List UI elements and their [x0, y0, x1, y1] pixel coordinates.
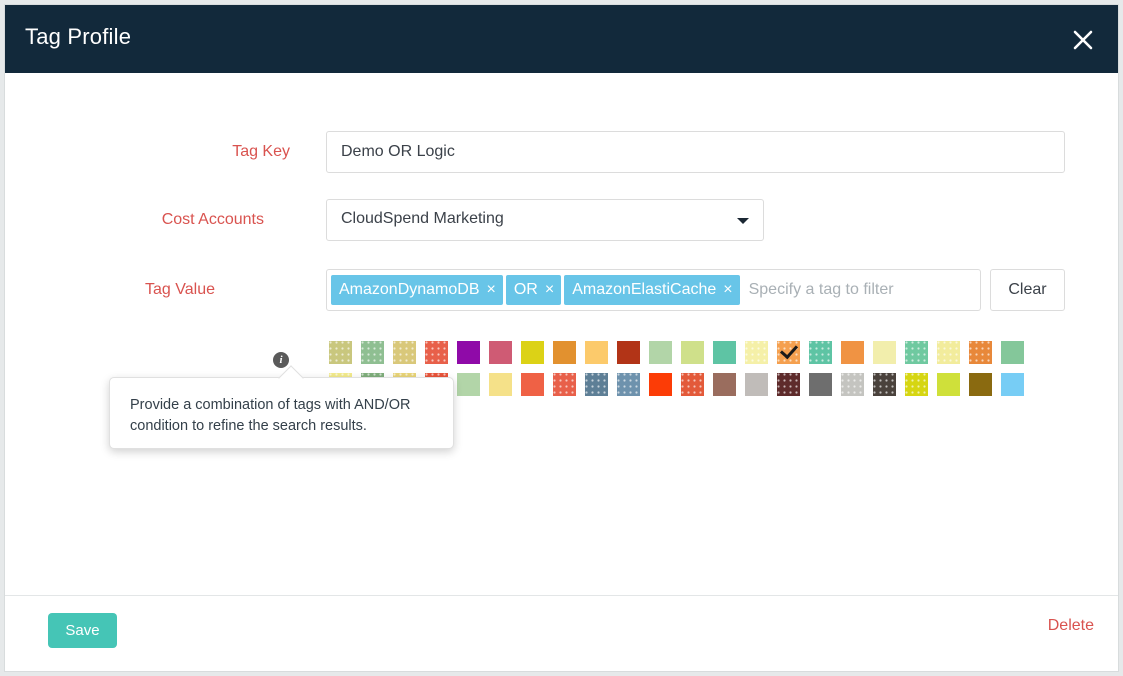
close-icon [1072, 29, 1094, 51]
color-swatch[interactable] [681, 373, 704, 396]
tag-filter-input[interactable] [743, 275, 953, 305]
color-swatch[interactable] [329, 341, 352, 364]
close-button[interactable] [1066, 23, 1100, 57]
chevron-down-icon [737, 218, 749, 224]
color-swatch[interactable] [937, 373, 960, 396]
color-swatch[interactable] [649, 373, 672, 396]
color-swatch[interactable] [425, 341, 448, 364]
color-swatch[interactable] [777, 373, 800, 396]
color-swatch[interactable] [617, 341, 640, 364]
info-icon[interactable]: i [273, 352, 289, 368]
color-swatch[interactable] [841, 373, 864, 396]
tag-value-row: Tag Value AmazonDynamoDB × OR × AmazonEl… [5, 269, 1118, 311]
color-swatch[interactable] [457, 341, 480, 364]
color-swatch[interactable] [553, 373, 576, 396]
close-icon[interactable]: × [487, 281, 496, 299]
color-swatch[interactable] [489, 341, 512, 364]
color-swatch[interactable] [585, 341, 608, 364]
tooltip-arrow [278, 365, 303, 390]
save-button[interactable]: Save [48, 613, 117, 648]
color-swatch[interactable] [809, 373, 832, 396]
modal-header: Tag Profile [5, 5, 1118, 73]
tag-value-input-container[interactable]: AmazonDynamoDB × OR × AmazonElastiCache … [326, 269, 981, 311]
cost-accounts-row: Cost Accounts CloudSpend Marketing [5, 199, 1118, 241]
page-title: Tag Profile [25, 24, 131, 50]
color-swatch[interactable] [681, 341, 704, 364]
cost-accounts-label: Cost Accounts [14, 211, 264, 229]
color-swatch[interactable] [905, 373, 928, 396]
tag-chip[interactable]: OR × [506, 275, 561, 305]
tooltip: Provide a combination of tags with AND/O… [109, 377, 454, 449]
color-swatch[interactable] [969, 373, 992, 396]
tag-chip[interactable]: AmazonDynamoDB × [331, 275, 503, 305]
tag-key-input[interactable] [326, 131, 1065, 173]
cost-accounts-select[interactable]: CloudSpend Marketing [326, 199, 764, 241]
color-swatch[interactable] [905, 341, 928, 364]
delete-link[interactable]: Delete [1048, 617, 1094, 635]
color-swatch[interactable] [873, 341, 896, 364]
color-swatch[interactable] [585, 373, 608, 396]
close-icon[interactable]: × [723, 281, 732, 299]
modal-footer: Save Delete [5, 595, 1118, 671]
color-swatch[interactable] [521, 341, 544, 364]
color-swatch-selected[interactable] [777, 341, 800, 364]
color-swatch[interactable] [553, 341, 576, 364]
color-swatch[interactable] [841, 341, 864, 364]
color-swatch[interactable] [457, 373, 480, 396]
color-swatch[interactable] [873, 373, 896, 396]
color-swatch[interactable] [361, 341, 384, 364]
color-swatch[interactable] [745, 341, 768, 364]
color-swatch[interactable] [1001, 373, 1024, 396]
color-swatch[interactable] [393, 341, 416, 364]
tag-chip-label: OR [514, 281, 538, 299]
tag-value-label: Tag Value [4, 281, 215, 299]
color-swatch[interactable] [713, 341, 736, 364]
close-icon[interactable]: × [545, 281, 554, 299]
color-swatch[interactable] [617, 373, 640, 396]
tooltip-text: Provide a combination of tags with AND/O… [130, 395, 440, 437]
tag-key-label: Tag Key [40, 143, 290, 161]
tag-chip-label: AmazonElastiCache [572, 281, 716, 299]
color-swatch[interactable] [521, 373, 544, 396]
tag-chip[interactable]: AmazonElastiCache × [564, 275, 739, 305]
color-swatch[interactable] [969, 341, 992, 364]
cost-accounts-selected-value: CloudSpend Marketing [341, 210, 504, 228]
tag-profile-modal: Tag Profile Tag Key Cost Accounts CloudS… [4, 4, 1119, 672]
tag-chip-label: AmazonDynamoDB [339, 281, 480, 299]
color-swatch[interactable] [937, 341, 960, 364]
clear-button[interactable]: Clear [990, 269, 1065, 311]
tag-key-row: Tag Key [5, 131, 1118, 173]
color-swatch[interactable] [713, 373, 736, 396]
color-swatch[interactable] [1001, 341, 1024, 364]
color-swatch-row [329, 341, 1033, 373]
color-swatch[interactable] [649, 341, 672, 364]
modal-body: Tag Key Cost Accounts CloudSpend Marketi… [5, 73, 1118, 597]
color-swatch[interactable] [489, 373, 512, 396]
color-swatch[interactable] [745, 373, 768, 396]
color-swatch[interactable] [809, 341, 832, 364]
